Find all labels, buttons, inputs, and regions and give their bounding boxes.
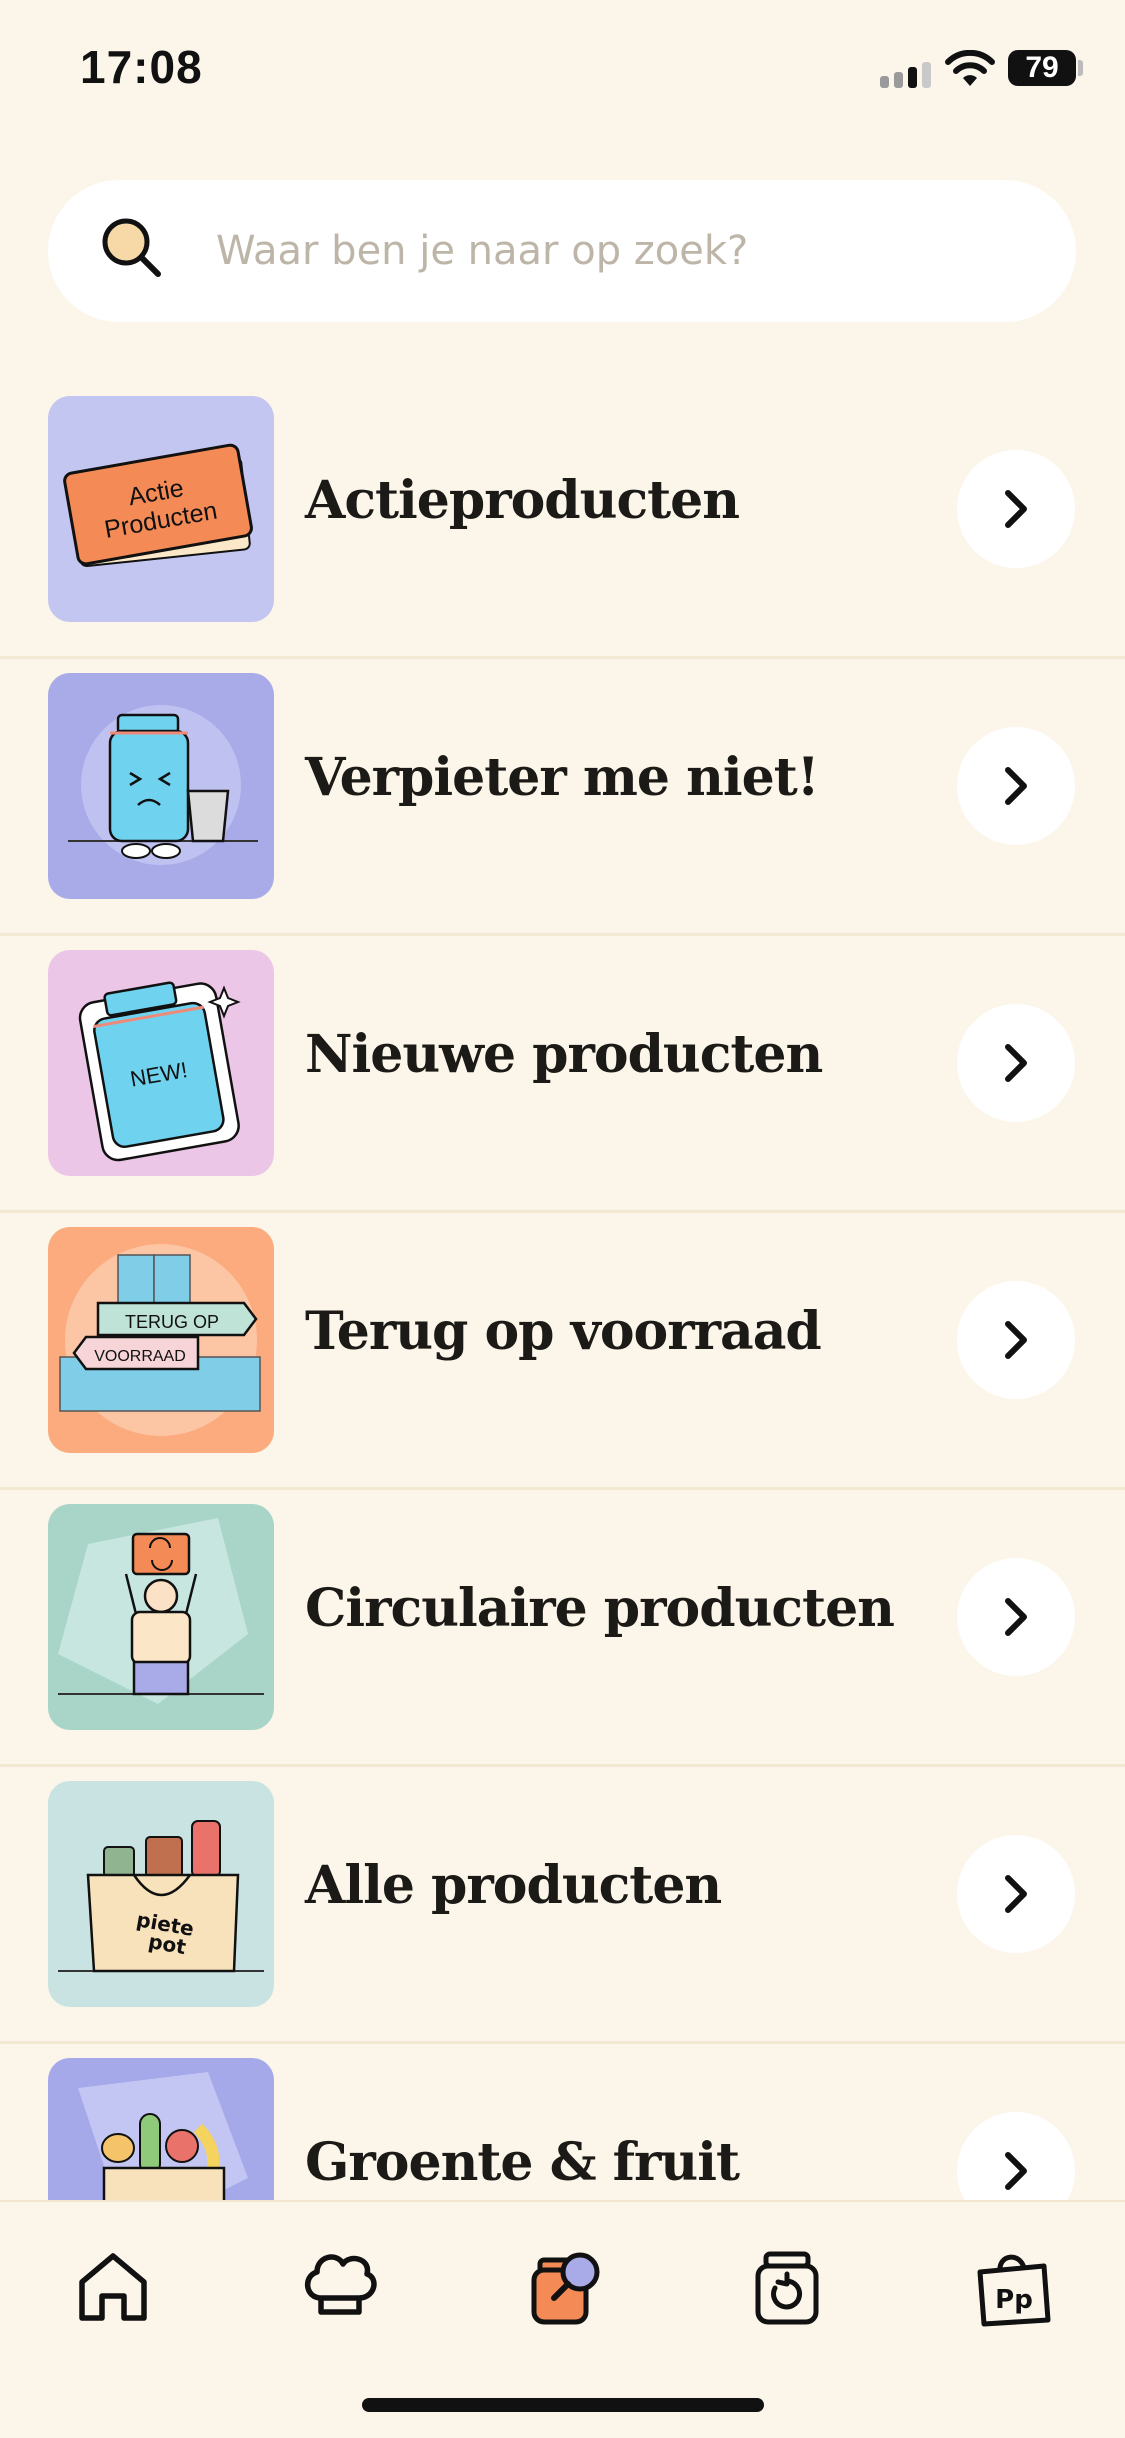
wifi-icon [945, 49, 995, 93]
vegetables-bag-illustration [48, 2058, 274, 2200]
category-label: Alle producten [305, 1855, 722, 1916]
chevron-right-icon [1005, 767, 1027, 805]
chef-hat-icon [305, 2254, 377, 2315]
battery-icon: 79 [1008, 50, 1076, 86]
jar-reorder-icon [755, 2251, 819, 2325]
search-bar[interactable] [48, 180, 1076, 322]
shopping-bag-icon: Pp [977, 2254, 1051, 2327]
chevron-right-button[interactable] [957, 1004, 1075, 1122]
search-input[interactable] [214, 210, 1038, 292]
category-row-groente-fruit[interactable]: Groente & fruit [0, 2044, 1125, 2200]
thumb-text: TERUG OP [125, 1312, 219, 1332]
clock: 17:08 [80, 41, 203, 93]
chevron-right-button[interactable] [957, 1835, 1075, 1953]
tab-shop-bag[interactable]: Pp [968, 2242, 1058, 2332]
thumb-text: VOORRAAD [94, 1348, 186, 1365]
category-row-nieuwe-producten[interactable]: NEW! Nieuwe producten [0, 936, 1125, 1213]
chevron-right-icon [1005, 1598, 1027, 1636]
restock-sign-illustration: TERUG OP VOORRAAD [48, 1227, 274, 1453]
new-jar-illustration: NEW! [48, 950, 274, 1176]
status-bar: 17:08 79 [0, 0, 1125, 140]
tote-bag-illustration: piete pot [48, 1781, 274, 2007]
tab-search[interactable] [520, 2242, 610, 2332]
category-row-alle-producten[interactable]: piete pot Alle producten [0, 1767, 1125, 2044]
chevron-right-button[interactable] [957, 727, 1075, 845]
category-label: Nieuwe producten [305, 1024, 823, 1085]
chevron-right-button[interactable] [957, 1281, 1075, 1399]
category-label: Terug op voorraad [305, 1301, 822, 1362]
home-icon [79, 2253, 147, 2321]
category-list: Actie Producten Actieproducten Verpieter… [0, 382, 1125, 2200]
chevron-right-icon [1005, 1044, 1027, 1082]
jar-search-icon [531, 2252, 600, 2325]
search-icon [100, 216, 164, 285]
battery-cap [1078, 60, 1083, 76]
tab-home[interactable] [68, 2242, 158, 2332]
category-label: Actieproducten [305, 470, 740, 531]
tab-reorder[interactable] [742, 2242, 832, 2332]
chevron-right-icon [1005, 2152, 1027, 2190]
crying-jar-illustration [48, 673, 274, 899]
svg-text:Pp: Pp [995, 2285, 1033, 2315]
category-row-verpieter-me-niet[interactable]: Verpieter me niet! [0, 659, 1125, 936]
category-label: Groente & fruit [305, 2132, 740, 2193]
chevron-right-icon [1005, 1875, 1027, 1913]
chevron-right-button[interactable] [957, 450, 1075, 568]
circular-sign-person-illustration [48, 1504, 274, 1730]
category-row-actieproducten[interactable]: Actie Producten Actieproducten [0, 382, 1125, 659]
category-row-circulaire-producten[interactable]: Circulaire producten [0, 1490, 1125, 1767]
category-row-terug-op-voorraad[interactable]: TERUG OP VOORRAAD Terug op voorraad [0, 1213, 1125, 1490]
category-label: Verpieter me niet! [305, 747, 820, 808]
chevron-right-button[interactable] [957, 2112, 1075, 2200]
category-label: Circulaire producten [305, 1578, 895, 1639]
promo-tickets-illustration: Actie Producten [48, 396, 274, 622]
tab-recipes[interactable] [295, 2242, 385, 2332]
chevron-right-icon [1005, 1321, 1027, 1359]
chevron-right-button[interactable] [957, 1558, 1075, 1676]
chevron-right-icon [1005, 490, 1027, 528]
home-indicator [362, 2398, 764, 2412]
cellular-signal-icon [880, 62, 932, 93]
